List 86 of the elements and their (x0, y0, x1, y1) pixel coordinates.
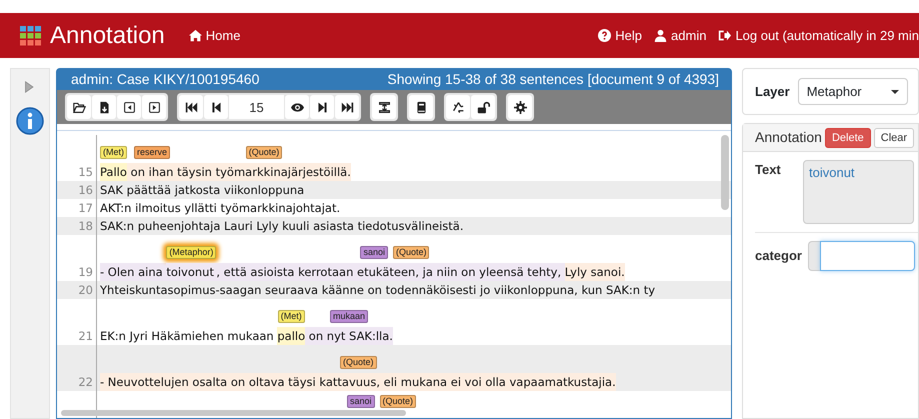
toolbar-button[interactable] (508, 95, 532, 119)
book-icon (414, 100, 428, 114)
nav-link[interactable]: admin (654, 26, 706, 46)
toolbar-button[interactable] (117, 95, 141, 119)
annotation-label[interactable]: (Quote) (380, 395, 416, 408)
caret-icon (890, 90, 899, 94)
scrollbar-thumb[interactable] (61, 410, 406, 416)
category-label: categor (755, 247, 802, 266)
line-number: 18 (57, 217, 97, 235)
line-number: 22 (57, 345, 97, 391)
clear-button[interactable]: Clear (874, 128, 914, 148)
sentence-text: etukäteen, ja (357, 263, 433, 281)
toolbar-button[interactable] (310, 95, 334, 119)
toolbar-button[interactable] (92, 95, 116, 119)
file-download-icon (98, 100, 110, 114)
annotation-label[interactable]: (Met) (278, 310, 305, 323)
expand-arrow-icon (24, 79, 36, 95)
annotation-label[interactable]: reserve (134, 146, 170, 159)
toolbar-button[interactable] (67, 95, 91, 119)
eye-icon (290, 100, 304, 114)
toolbar-button[interactable] (471, 95, 495, 119)
sentence-text: pallo (277, 327, 306, 345)
toolbar-button[interactable] (285, 95, 309, 119)
user-icon (654, 29, 668, 42)
text-label: Text (755, 161, 782, 179)
next-icon (316, 100, 328, 114)
annotation-label[interactable]: (Quote) (340, 356, 376, 369)
unlock-icon (476, 100, 490, 114)
toolbar-button[interactable] (335, 95, 359, 119)
category-input[interactable] (820, 241, 915, 271)
sentence-text: niin on yleensä tehty, (432, 263, 565, 281)
toolbar-button[interactable] (204, 95, 228, 119)
sentence-text: toivonut (166, 263, 216, 281)
toolbar-button[interactable] (142, 95, 166, 119)
annotation-label[interactable]: (Quote) (246, 146, 282, 159)
sentence-text: kattavuus, eli (319, 373, 398, 391)
info-icon (16, 107, 44, 135)
nav-link[interactable]: Help (598, 26, 642, 46)
toolbar-button[interactable] (179, 95, 203, 119)
sentence-input[interactable]: 15 (229, 95, 284, 119)
sentence-text: - Neuvottelujen osalta on oltava täysi (100, 373, 320, 391)
logout-icon (718, 29, 732, 42)
text-height-icon (378, 100, 390, 114)
sentence-text: , että asioista kerrotaan (216, 263, 358, 281)
help-icon (598, 29, 612, 42)
sentence-text: Lyly sanoi. (564, 263, 625, 281)
sentence-text: Pallo (100, 163, 127, 181)
previous-icon (210, 100, 222, 114)
annotation-label[interactable]: (Metaphor) (166, 246, 216, 259)
settings-icon (514, 100, 526, 114)
line-number: 20 (57, 281, 97, 299)
toolbar-button[interactable] (409, 95, 433, 119)
annotation-label[interactable]: sanoi (360, 246, 388, 259)
logo-icon (20, 26, 42, 46)
annotation-title: Annotation (755, 128, 822, 147)
toolbar-button[interactable] (372, 95, 396, 119)
first-icon (184, 100, 198, 114)
annotation-label[interactable]: mukaan (330, 310, 368, 323)
sentence-text: on ihan (127, 163, 178, 181)
input-addon (808, 241, 820, 271)
toolbar-button[interactable] (446, 95, 470, 119)
sentence-status: Showing 15-38 of 38 sentences [document 9 of 4393] (387, 70, 719, 89)
sentence-text: - Olen aina (100, 263, 166, 281)
layer-select[interactable]: Metaphor (798, 78, 908, 105)
sentence-text: Yhteiskuntasopimus-saagan seuraava käänne on todennäköisesti jo viikonloppuna, kun SAK:n ty (100, 282, 656, 299)
sentence-text: SAK:n puheenjohtaja Lauri Lyly kuuli asiasta tiedotusvälineistä. (100, 218, 464, 235)
delete-button[interactable]: Delete (824, 128, 871, 148)
annotation-label[interactable]: (Quote) (392, 246, 430, 259)
sentence-text: täysin työmarkkinajärjestöillä. (177, 163, 351, 181)
app-title: Annotation (50, 20, 165, 50)
annotation-label[interactable]: (Met) (100, 146, 127, 159)
last-icon (340, 100, 354, 114)
folder-icon (72, 100, 86, 114)
home-icon (188, 29, 202, 42)
panel-title: admin: Case KIKY/100195460 (71, 70, 260, 89)
sentence-text: on nyt SAK:lla. (305, 327, 393, 345)
layer-label: Layer (755, 82, 790, 101)
sentence-text: EK:n Jyri Häkämiehen mukaan (100, 328, 275, 345)
line-number: 16 (57, 181, 97, 199)
nav-link[interactable]: Log out (automatically in 29 min (718, 26, 919, 46)
scrollbar-thumb[interactable] (721, 135, 729, 210)
sentence-text: SAK päättää jatkosta viikonloppuna (100, 182, 304, 199)
sentence-text: mukana ei voi olla vapaamatkustajia. (397, 373, 616, 391)
nav-link[interactable]: Home (188, 26, 240, 46)
sentence-text: AKT:n ilmoitus yllätti työmarkkinajohtajat. (100, 200, 340, 217)
annotation-label[interactable]: sanoi (347, 395, 375, 408)
